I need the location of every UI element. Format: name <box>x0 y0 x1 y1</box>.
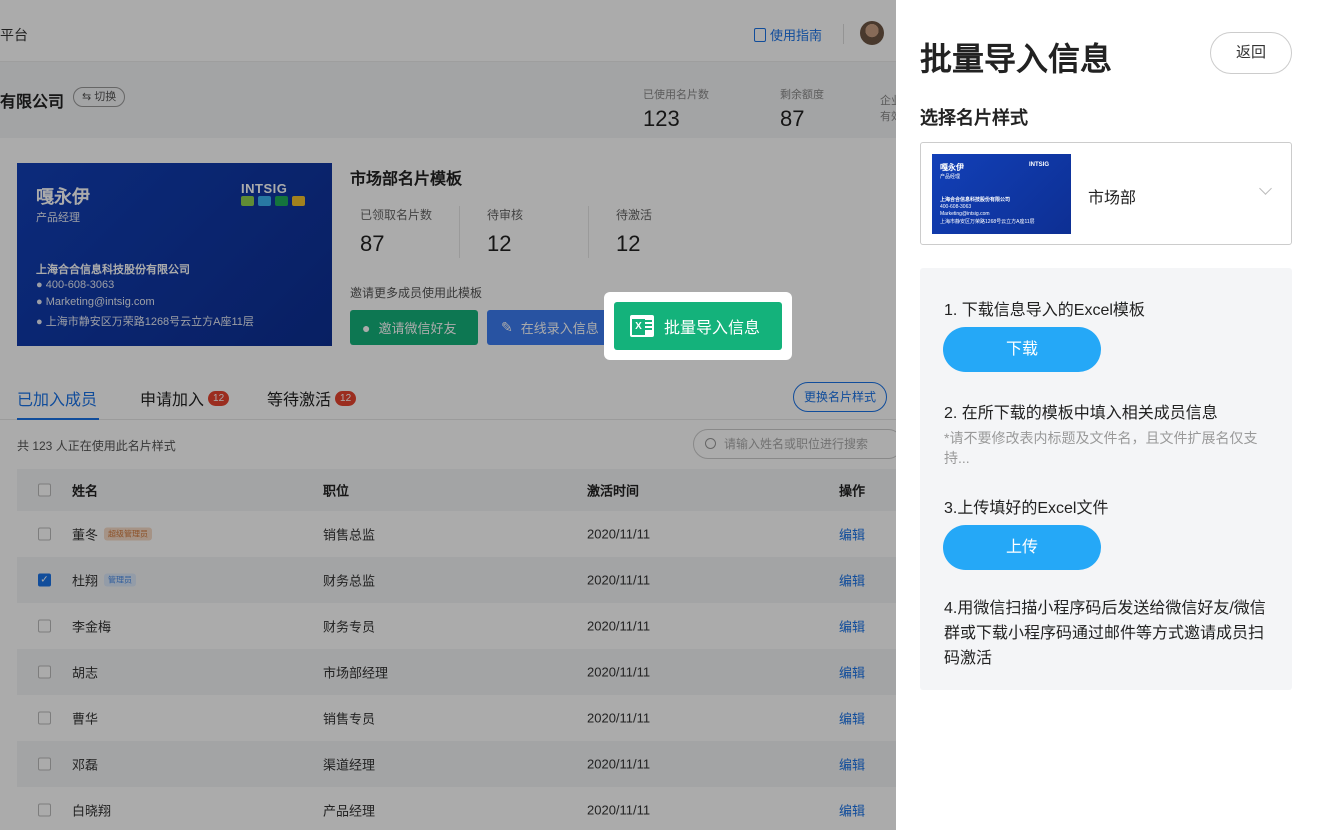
batch-import-drawer: 批量导入信息 返回 选择名片样式 嘎永伊 产品经理 INTSIG 上海合合信息科… <box>896 6 1316 826</box>
chevron-down-icon <box>1259 182 1272 195</box>
card-style-thumbnail: 嘎永伊 产品经理 INTSIG 上海合合信息科技股份有限公司 400-608-3… <box>932 154 1071 234</box>
style-section-title: 选择名片样式 <box>920 108 1028 128</box>
drawer-title: 批量导入信息 <box>920 41 1113 77</box>
excel-icon <box>630 315 654 337</box>
modal-overlay[interactable] <box>0 0 896 830</box>
step-1-text: 1. 下载信息导入的Excel模板 <box>944 302 1145 319</box>
mini-card-phone: 400-608-3063 <box>940 204 972 210</box>
step-2-text: 2. 在所下载的模板中填入相关成员信息 <box>944 405 1218 422</box>
mini-card-name: 嘎永伊 <box>940 163 964 172</box>
download-button[interactable]: 下载 <box>943 327 1101 372</box>
card-style-select[interactable]: 嘎永伊 产品经理 INTSIG 上海合合信息科技股份有限公司 400-608-3… <box>920 142 1292 245</box>
mini-card-logo: INTSIG <box>1029 162 1050 168</box>
mini-card-email: Marketing@intsig.com <box>940 211 990 217</box>
batch-import-label: 批量导入信息 <box>664 320 761 337</box>
step-4-text: 4.用微信扫描小程序码后发送给微信好友/微信群或下载小程序码通过邮件等方式邀请成… <box>944 600 1266 667</box>
selected-style-value: 市场部 <box>1088 190 1137 207</box>
mini-card-title: 产品经理 <box>940 174 961 180</box>
upload-button[interactable]: 上传 <box>943 525 1101 570</box>
import-steps-panel: 1. 下载信息导入的Excel模板 下载 2. 在所下载的模板中填入相关成员信息… <box>920 268 1292 690</box>
step-3-text: 3.上传填好的Excel文件 <box>944 500 1109 517</box>
format-note: *请不要修改表内标题及文件名，且文件扩展名仅支持... <box>944 430 1258 466</box>
batch-import-button[interactable]: 批量导入信息 <box>614 302 782 350</box>
mini-card-company: 上海合合信息科技股份有限公司 <box>940 197 1011 203</box>
back-button[interactable]: 返回 <box>1210 32 1292 74</box>
mini-card-address: 上海市静安区万荣路1268号云立方A座11层 <box>940 219 1035 225</box>
